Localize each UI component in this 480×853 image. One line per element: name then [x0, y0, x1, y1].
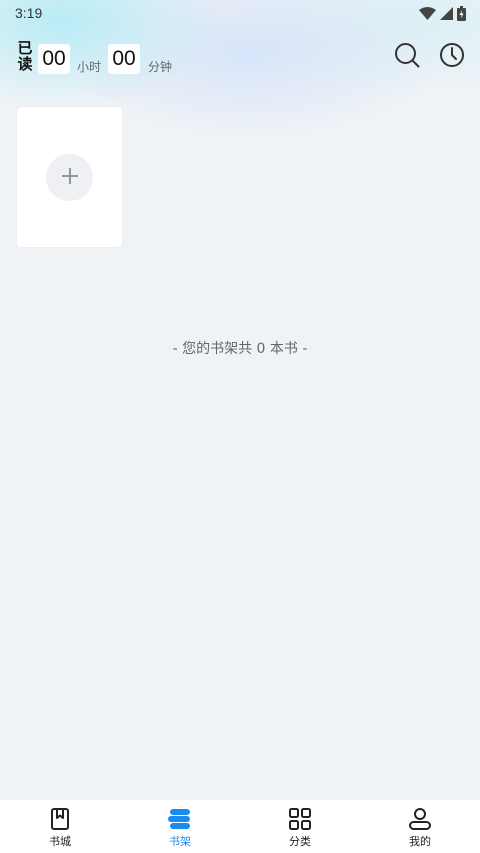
- battery-icon: [457, 5, 466, 21]
- status-time: 3:19: [15, 5, 43, 21]
- hours-unit: 小时: [77, 60, 102, 74]
- profile-icon: [408, 807, 432, 831]
- reading-history-button[interactable]: [437, 42, 467, 72]
- nav-label-profile: 我的: [409, 835, 431, 848]
- nav-label-bookstore: 书城: [49, 835, 71, 848]
- search-icon: [394, 42, 420, 72]
- nav-item-profile[interactable]: 我的: [360, 800, 480, 853]
- add-book-card[interactable]: [17, 107, 122, 247]
- add-book-button[interactable]: [46, 154, 93, 201]
- nav-item-bookstore[interactable]: 书城: [0, 800, 120, 853]
- category-grid-icon: [288, 807, 312, 831]
- hours-value: 00: [38, 44, 70, 74]
- reading-time-header: 已读 00 小时 00 分钟: [0, 36, 480, 80]
- signal-icon: [440, 6, 453, 20]
- read-label: 已读: [17, 39, 33, 73]
- bookshelf-count-text: - 您的书架共 0 本书 -: [172, 341, 308, 357]
- bottom-navigation: 书城 书架 分类 我的: [0, 800, 480, 853]
- nav-item-category[interactable]: 分类: [240, 800, 360, 853]
- search-button[interactable]: [392, 42, 422, 72]
- minutes-unit: 分钟: [148, 60, 173, 74]
- nav-label-category: 分类: [289, 835, 311, 848]
- bookshelf-icon: [168, 807, 192, 831]
- status-icons: [419, 5, 466, 21]
- bookstore-icon: [48, 807, 72, 831]
- nav-label-bookshelf: 书架: [169, 835, 191, 848]
- plus-icon: [61, 167, 79, 189]
- nav-item-bookshelf[interactable]: 书架: [120, 800, 240, 853]
- status-bar: 3:19: [0, 0, 480, 26]
- minutes-value: 00: [108, 44, 140, 74]
- wifi-icon: [419, 6, 436, 20]
- history-clock-icon: [439, 42, 465, 72]
